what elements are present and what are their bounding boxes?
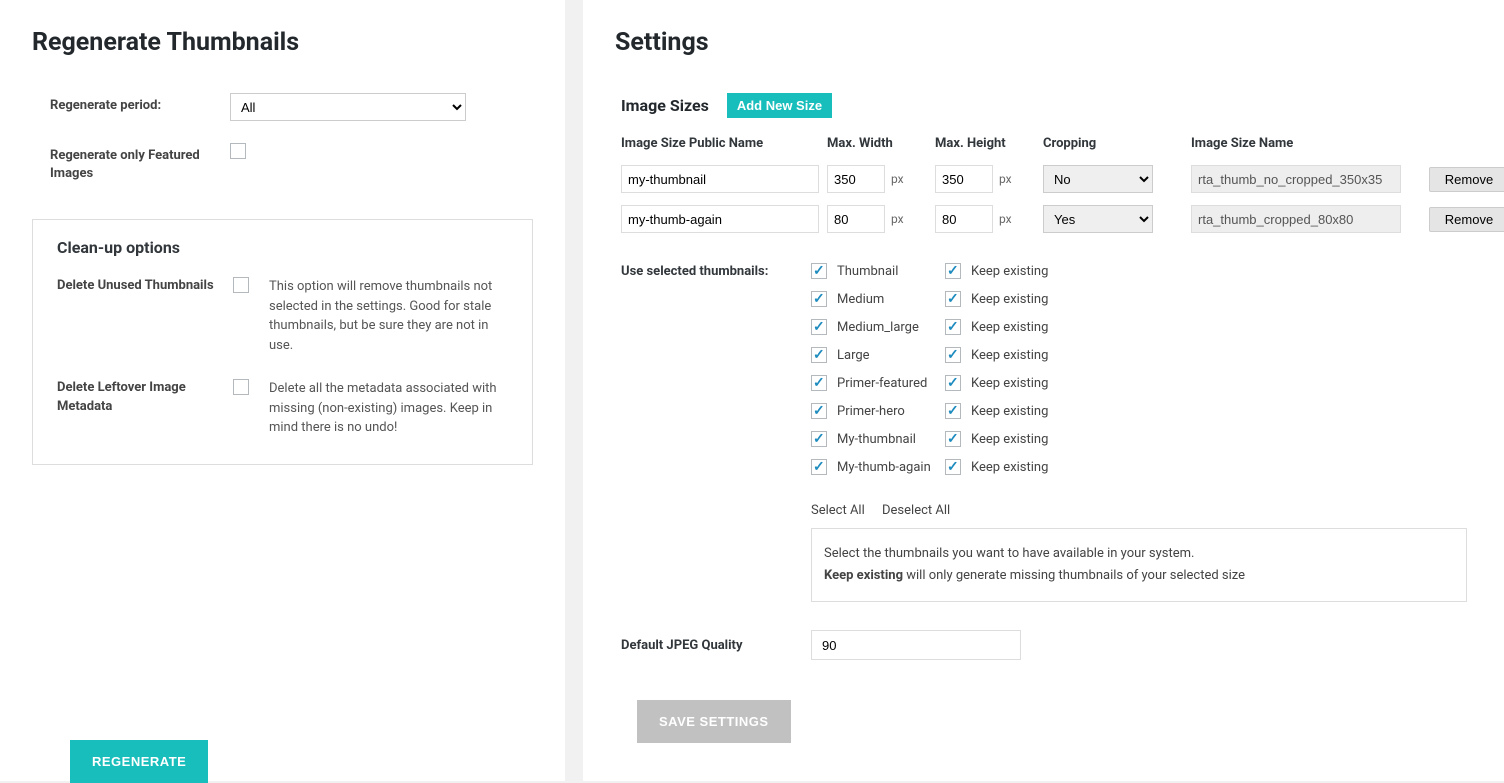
keep-existing-label: Keep existing (971, 264, 1048, 279)
save-settings-button[interactable]: SAVE SETTINGS (637, 700, 791, 743)
keep-existing-checkbox[interactable] (945, 431, 961, 447)
thumb-name: Large (837, 348, 870, 363)
delete-unused-label: Delete Unused Thumbnails (57, 277, 233, 355)
cleanup-options-box: Clean-up options Delete Unused Thumbnail… (32, 219, 533, 465)
thumb-name: My-thumb-again (837, 460, 931, 475)
remove-size-button[interactable]: Remove (1429, 207, 1504, 232)
size-height-input[interactable] (935, 165, 993, 193)
deselect-all-link[interactable]: Deselect All (882, 503, 950, 518)
delete-meta-desc: Delete all the metadata associated with … (269, 379, 508, 438)
regenerate-button[interactable]: REGENERATE (70, 740, 208, 783)
info-box: Select the thumbnails you want to have a… (811, 528, 1467, 602)
info-line-1: Select the thumbnails you want to have a… (824, 543, 1454, 565)
px-label: px (999, 212, 1012, 226)
col-max-height: Max. Height (935, 136, 1035, 151)
regenerate-period-select[interactable]: All (230, 93, 466, 121)
thumb-checkbox[interactable] (811, 403, 827, 419)
size-row: px px Yes Remove (621, 205, 1480, 233)
keep-existing-checkbox[interactable] (945, 347, 961, 363)
thumb-name: Primer-featured (837, 376, 927, 391)
thumb-name: My-thumbnail (837, 432, 916, 447)
thumb-name: Primer-hero (837, 404, 905, 419)
size-height-input[interactable] (935, 205, 993, 233)
settings-panel: Settings Image Sizes Add New Size Image … (583, 0, 1504, 781)
thumb-checkbox[interactable] (811, 263, 827, 279)
keep-existing-label: Keep existing (971, 404, 1048, 419)
featured-only-label: Regenerate only Featured Images (50, 143, 230, 183)
thumb-name: Medium_large (837, 320, 919, 335)
thumb-name: Medium (837, 292, 884, 307)
thumb-checkbox[interactable] (811, 431, 827, 447)
keep-existing-label: Keep existing (971, 348, 1048, 363)
thumb-checkbox[interactable] (811, 291, 827, 307)
thumb-name: Thumbnail (837, 264, 898, 279)
featured-only-checkbox[interactable] (230, 143, 246, 159)
delete-unused-desc: This option will remove thumbnails not s… (269, 277, 508, 355)
jpeg-quality-label: Default JPEG Quality (621, 638, 811, 653)
keep-existing-checkbox[interactable] (945, 459, 961, 475)
cleanup-title: Clean-up options (57, 238, 508, 257)
col-public-name: Image Size Public Name (621, 136, 819, 151)
px-label: px (891, 212, 904, 226)
keep-existing-label: Keep existing (971, 292, 1048, 307)
size-width-input[interactable] (827, 165, 885, 193)
thumb-row: My-thumbnail Keep existing (811, 431, 1480, 447)
thumb-row: Large Keep existing (811, 347, 1480, 363)
size-cropping-select[interactable]: No (1043, 165, 1153, 193)
thumb-checkbox[interactable] (811, 319, 827, 335)
delete-meta-checkbox[interactable] (233, 379, 249, 395)
keep-existing-label: Keep existing (971, 320, 1048, 335)
thumb-row: Thumbnail Keep existing (811, 263, 1480, 279)
keep-existing-label: Keep existing (971, 432, 1048, 447)
delete-unused-checkbox[interactable] (233, 277, 249, 293)
thumb-row: My-thumb-again Keep existing (811, 459, 1480, 475)
keep-existing-checkbox[interactable] (945, 291, 961, 307)
thumb-row: Medium Keep existing (811, 291, 1480, 307)
regenerate-panel: Regenerate Thumbnails Regenerate period:… (0, 0, 565, 781)
add-new-size-button[interactable]: Add New Size (727, 93, 832, 118)
jpeg-quality-input[interactable] (811, 630, 1021, 660)
select-all-link[interactable]: Select All (811, 503, 865, 518)
keep-existing-checkbox[interactable] (945, 375, 961, 391)
px-label: px (999, 172, 1012, 186)
thumb-checkbox[interactable] (811, 375, 827, 391)
size-public-name-input[interactable] (621, 205, 819, 233)
keep-existing-checkbox[interactable] (945, 263, 961, 279)
keep-existing-label: Keep existing (971, 376, 1048, 391)
thumb-row: Medium_large Keep existing (811, 319, 1480, 335)
col-max-width: Max. Width (827, 136, 927, 151)
info-keep-existing: Keep existing (824, 568, 903, 583)
keep-existing-checkbox[interactable] (945, 319, 961, 335)
size-slug-input (1191, 205, 1401, 233)
size-slug-input (1191, 165, 1401, 193)
regenerate-title: Regenerate Thumbnails (32, 28, 541, 57)
period-label: Regenerate period: (50, 93, 230, 121)
size-width-input[interactable] (827, 205, 885, 233)
size-cropping-select[interactable]: Yes (1043, 205, 1153, 233)
col-cropping: Cropping (1043, 136, 1183, 151)
px-label: px (891, 172, 904, 186)
size-row: px px No Remove (621, 165, 1480, 193)
remove-size-button[interactable]: Remove (1429, 167, 1504, 192)
delete-meta-label: Delete Leftover Image Metadata (57, 379, 233, 438)
size-public-name-input[interactable] (621, 165, 819, 193)
thumb-checkbox[interactable] (811, 459, 827, 475)
col-slug: Image Size Name (1191, 136, 1421, 151)
use-selected-label: Use selected thumbnails: (621, 263, 811, 602)
thumb-row: Primer-hero Keep existing (811, 403, 1480, 419)
keep-existing-label: Keep existing (971, 460, 1048, 475)
thumb-checkbox[interactable] (811, 347, 827, 363)
info-line-2: will only generate missing thumbnails of… (903, 568, 1245, 583)
keep-existing-checkbox[interactable] (945, 403, 961, 419)
image-sizes-heading: Image Sizes (621, 96, 709, 115)
thumb-row: Primer-featured Keep existing (811, 375, 1480, 391)
settings-title: Settings (615, 28, 1480, 57)
